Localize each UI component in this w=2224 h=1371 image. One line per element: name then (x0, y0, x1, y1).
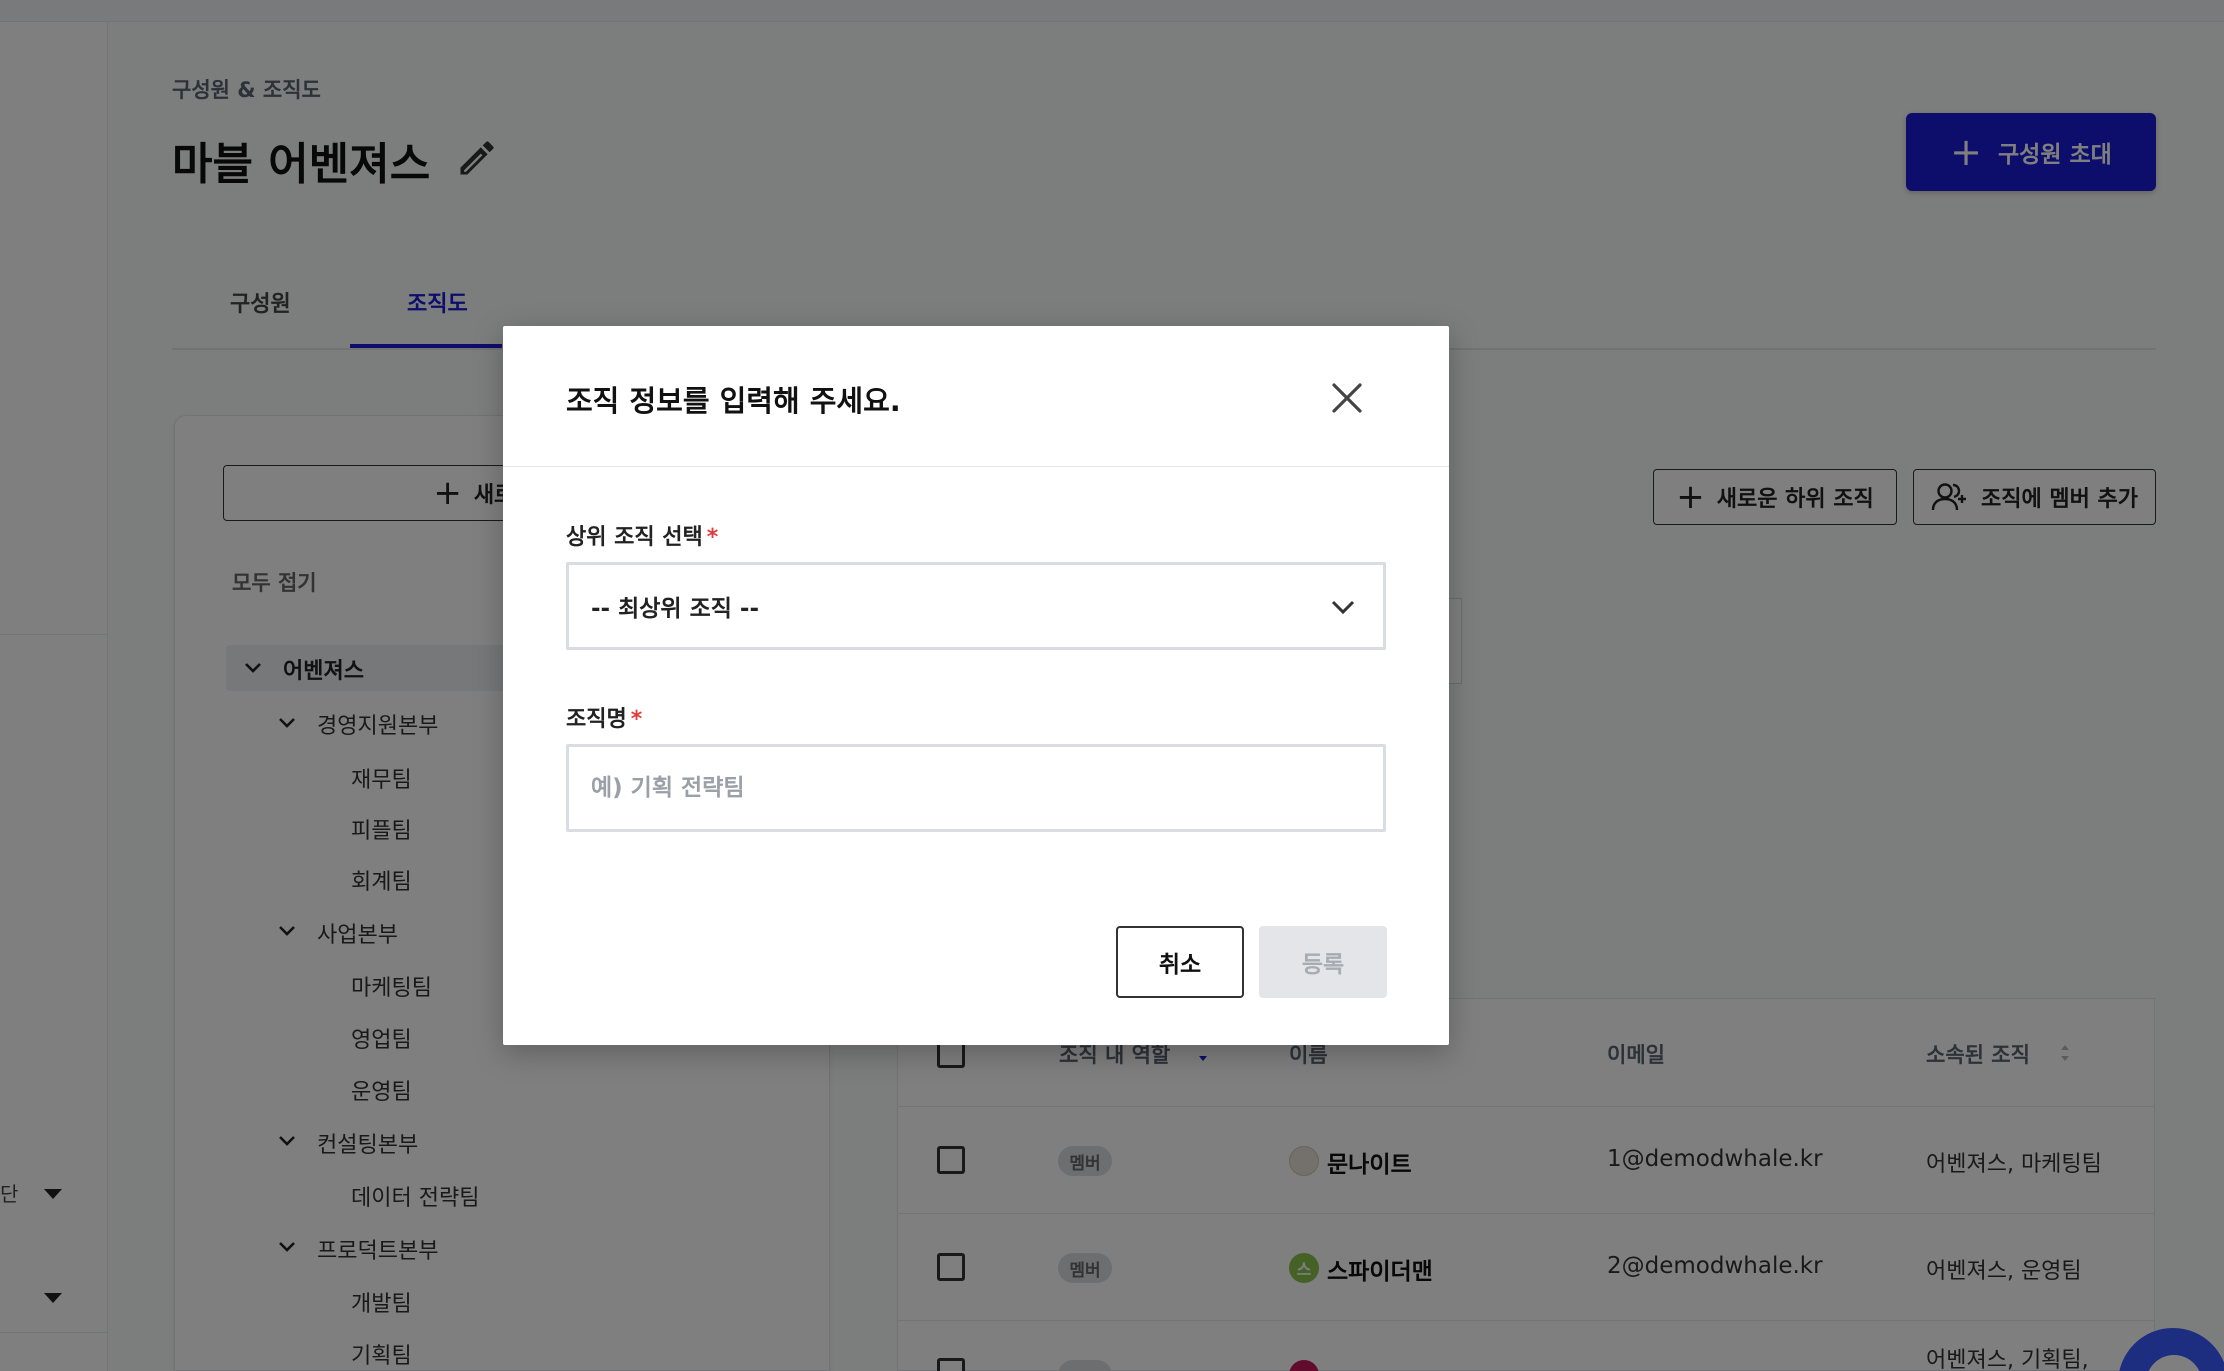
org-name-label: 조직명 * (566, 701, 642, 733)
required-mark: * (706, 525, 719, 550)
submit-button[interactable]: 등록 (1259, 926, 1387, 998)
modal-divider (503, 466, 1449, 467)
parent-org-selected-value: -- 최상위 조직 -- (591, 596, 760, 622)
parent-org-label-text: 상위 조직 선택 (566, 525, 703, 550)
close-icon[interactable] (1325, 376, 1369, 420)
parent-org-select[interactable]: -- 최상위 조직 -- (566, 562, 1386, 650)
cancel-button[interactable]: 취소 (1116, 926, 1244, 998)
chevron-down-icon (1331, 600, 1355, 615)
modal-title: 조직 정보를 입력해 주세요. (566, 384, 901, 418)
parent-org-label: 상위 조직 선택 * (566, 519, 718, 551)
org-name-input[interactable] (566, 744, 1386, 832)
required-mark: * (630, 707, 643, 732)
org-name-label-text: 조직명 (566, 707, 627, 732)
create-org-modal: 조직 정보를 입력해 주세요. 상위 조직 선택 * -- 최상위 조직 -- 조… (503, 326, 1449, 1045)
